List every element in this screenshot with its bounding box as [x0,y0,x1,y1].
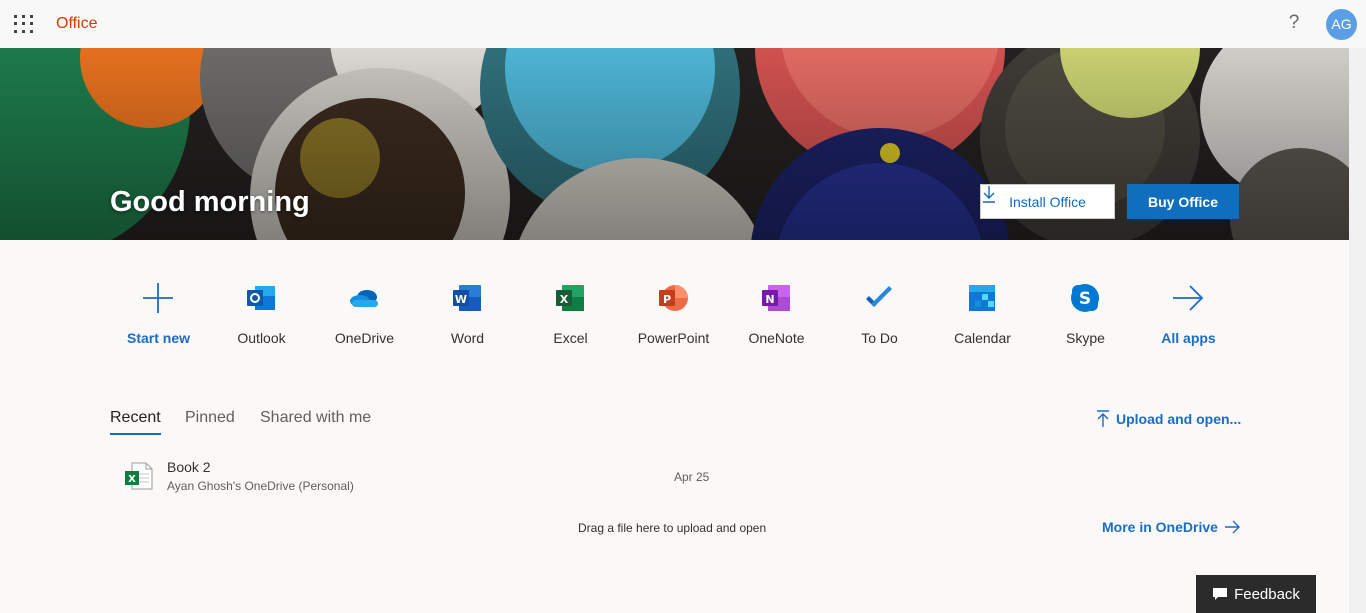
buy-office-button[interactable]: Buy Office [1127,184,1239,219]
comment-icon [1213,588,1228,600]
svg-text:X: X [560,293,569,306]
app-row: Start new Outlook OneDrive W Word X Exce… [107,280,1240,352]
onedrive-icon [350,290,378,307]
more-label: More in OneDrive [1102,519,1218,535]
app-launcher-icon[interactable] [12,13,34,35]
app-label: Start new [126,330,190,346]
help-icon[interactable]: ? [1284,12,1304,36]
app-label: OneDrive [334,330,395,346]
install-office-label: Install Office [1009,193,1086,210]
app-word[interactable]: W Word [416,280,519,352]
install-office-button[interactable]: Install Office [980,184,1115,219]
powerpoint-icon: P [659,285,688,311]
app-label: OneNote [748,330,805,346]
svg-text:X: X [128,474,136,485]
plus-icon [143,283,173,313]
app-calendar[interactable]: Calendar [931,280,1034,352]
outlook-icon [247,286,275,310]
svg-text:N: N [765,293,774,306]
app-label: Excel [553,330,588,346]
file-row[interactable]: X Book 2 Ayan Ghosh's OneDrive (Personal… [110,455,1240,497]
app-label: PowerPoint [637,330,710,346]
scrollbar[interactable] [1349,48,1366,613]
app-label: Skype [1066,330,1105,346]
top-bar: Office ? AG [0,0,1366,49]
onenote-icon: N [762,285,790,311]
app-todo[interactable]: To Do [828,280,931,352]
greeting-heading: Good morning [110,186,310,218]
app-onedrive[interactable]: OneDrive [313,280,416,352]
word-icon: W [453,285,481,311]
upload-icon [1097,410,1109,427]
app-label: All apps [1161,330,1216,346]
svg-text:W: W [455,293,467,306]
upload-and-open-link[interactable]: Upload and open... [1096,410,1241,428]
app-label: Outlook [237,330,286,346]
app-label: Calendar [954,330,1011,346]
office-brand-link[interactable]: Office [56,15,98,33]
app-powerpoint[interactable]: P PowerPoint [622,280,725,352]
arrow-right-icon [1224,520,1240,534]
app-skype[interactable]: S Skype [1034,280,1137,352]
more-in-onedrive-link[interactable]: More in OneDrive [1102,519,1240,535]
upload-label: Upload and open... [1116,411,1242,427]
avatar[interactable]: AG [1326,9,1357,40]
skype-icon: S [1071,284,1099,312]
tab-shared-with-me[interactable]: Shared with me [260,409,371,427]
calendar-icon [969,285,995,311]
drag-drop-hint: Drag a file here to upload and open [578,521,767,535]
start-new-button[interactable]: Start new [107,280,210,352]
download-icon [983,186,995,203]
app-outlook[interactable]: Outlook [210,280,313,352]
svg-text:S: S [1079,289,1091,309]
app-label: To Do [861,330,898,346]
all-apps-button[interactable]: All apps [1137,280,1240,352]
svg-text:P: P [663,293,671,306]
excel-icon: X [556,285,584,311]
arrow-right-icon [1173,285,1204,311]
tab-recent[interactable]: Recent [110,409,161,435]
tab-pinned[interactable]: Pinned [185,409,235,427]
app-onenote[interactable]: N OneNote [725,280,828,352]
app-label: Word [450,330,485,346]
feedback-button[interactable]: Feedback [1196,575,1316,613]
file-name[interactable]: Book 2 [167,459,211,475]
feedback-label: Feedback [1234,585,1300,603]
file-date: Apr 25 [674,470,710,484]
excel-file-icon: X [125,462,153,490]
app-excel[interactable]: X Excel [519,280,622,352]
todo-icon [866,286,892,307]
hero-banner: Good morning Install Office Buy Office [0,48,1349,240]
file-location: Ayan Ghosh's OneDrive (Personal) [167,479,354,493]
